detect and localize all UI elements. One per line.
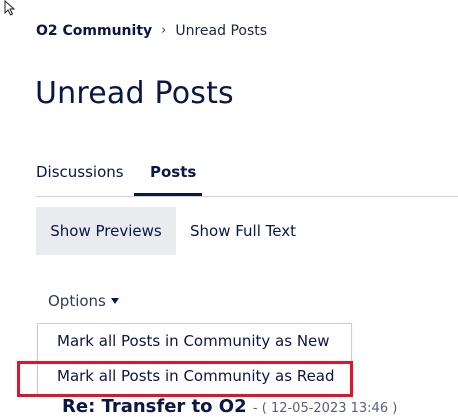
tab-discussions[interactable]: Discussions bbox=[36, 162, 124, 182]
page-title: Unread Posts bbox=[35, 76, 234, 111]
post-title: Re: Transfer to O2 bbox=[62, 396, 247, 417]
show-full-text-button[interactable]: Show Full Text bbox=[176, 207, 296, 255]
post-date: - ( 12-05-2023 13:46 ) bbox=[252, 401, 398, 416]
breadcrumb: O2 Community › Unread Posts bbox=[36, 22, 267, 40]
unread-posts-page: O2 Community › Unread Posts Unread Posts… bbox=[0, 0, 458, 420]
show-previews-button[interactable]: Show Previews bbox=[36, 207, 176, 255]
tab-posts[interactable]: Posts bbox=[150, 162, 196, 182]
menu-item-mark-all-read[interactable]: Mark all Posts in Community as Read bbox=[38, 359, 351, 394]
tab-bar: Discussions Posts bbox=[36, 152, 458, 197]
breadcrumb-home-link[interactable]: O2 Community bbox=[36, 22, 152, 40]
options-menu: Mark all Posts in Community as New Mark … bbox=[37, 323, 352, 395]
options-label: Options bbox=[48, 292, 106, 310]
view-toggle: Show Previews Show Full Text bbox=[36, 207, 296, 255]
caret-down-icon bbox=[110, 298, 119, 304]
options-dropdown-toggle[interactable]: Options bbox=[48, 292, 119, 310]
post-title-link[interactable]: Re: Transfer to O2 - ( 12-05-2023 13:46 … bbox=[62, 396, 397, 417]
arrow-cursor-icon bbox=[4, 0, 16, 16]
chevron-right-icon: › bbox=[161, 23, 167, 38]
breadcrumb-current: Unread Posts bbox=[175, 23, 268, 39]
active-tab-indicator bbox=[134, 193, 202, 196]
menu-item-mark-all-new[interactable]: Mark all Posts in Community as New bbox=[38, 324, 351, 359]
